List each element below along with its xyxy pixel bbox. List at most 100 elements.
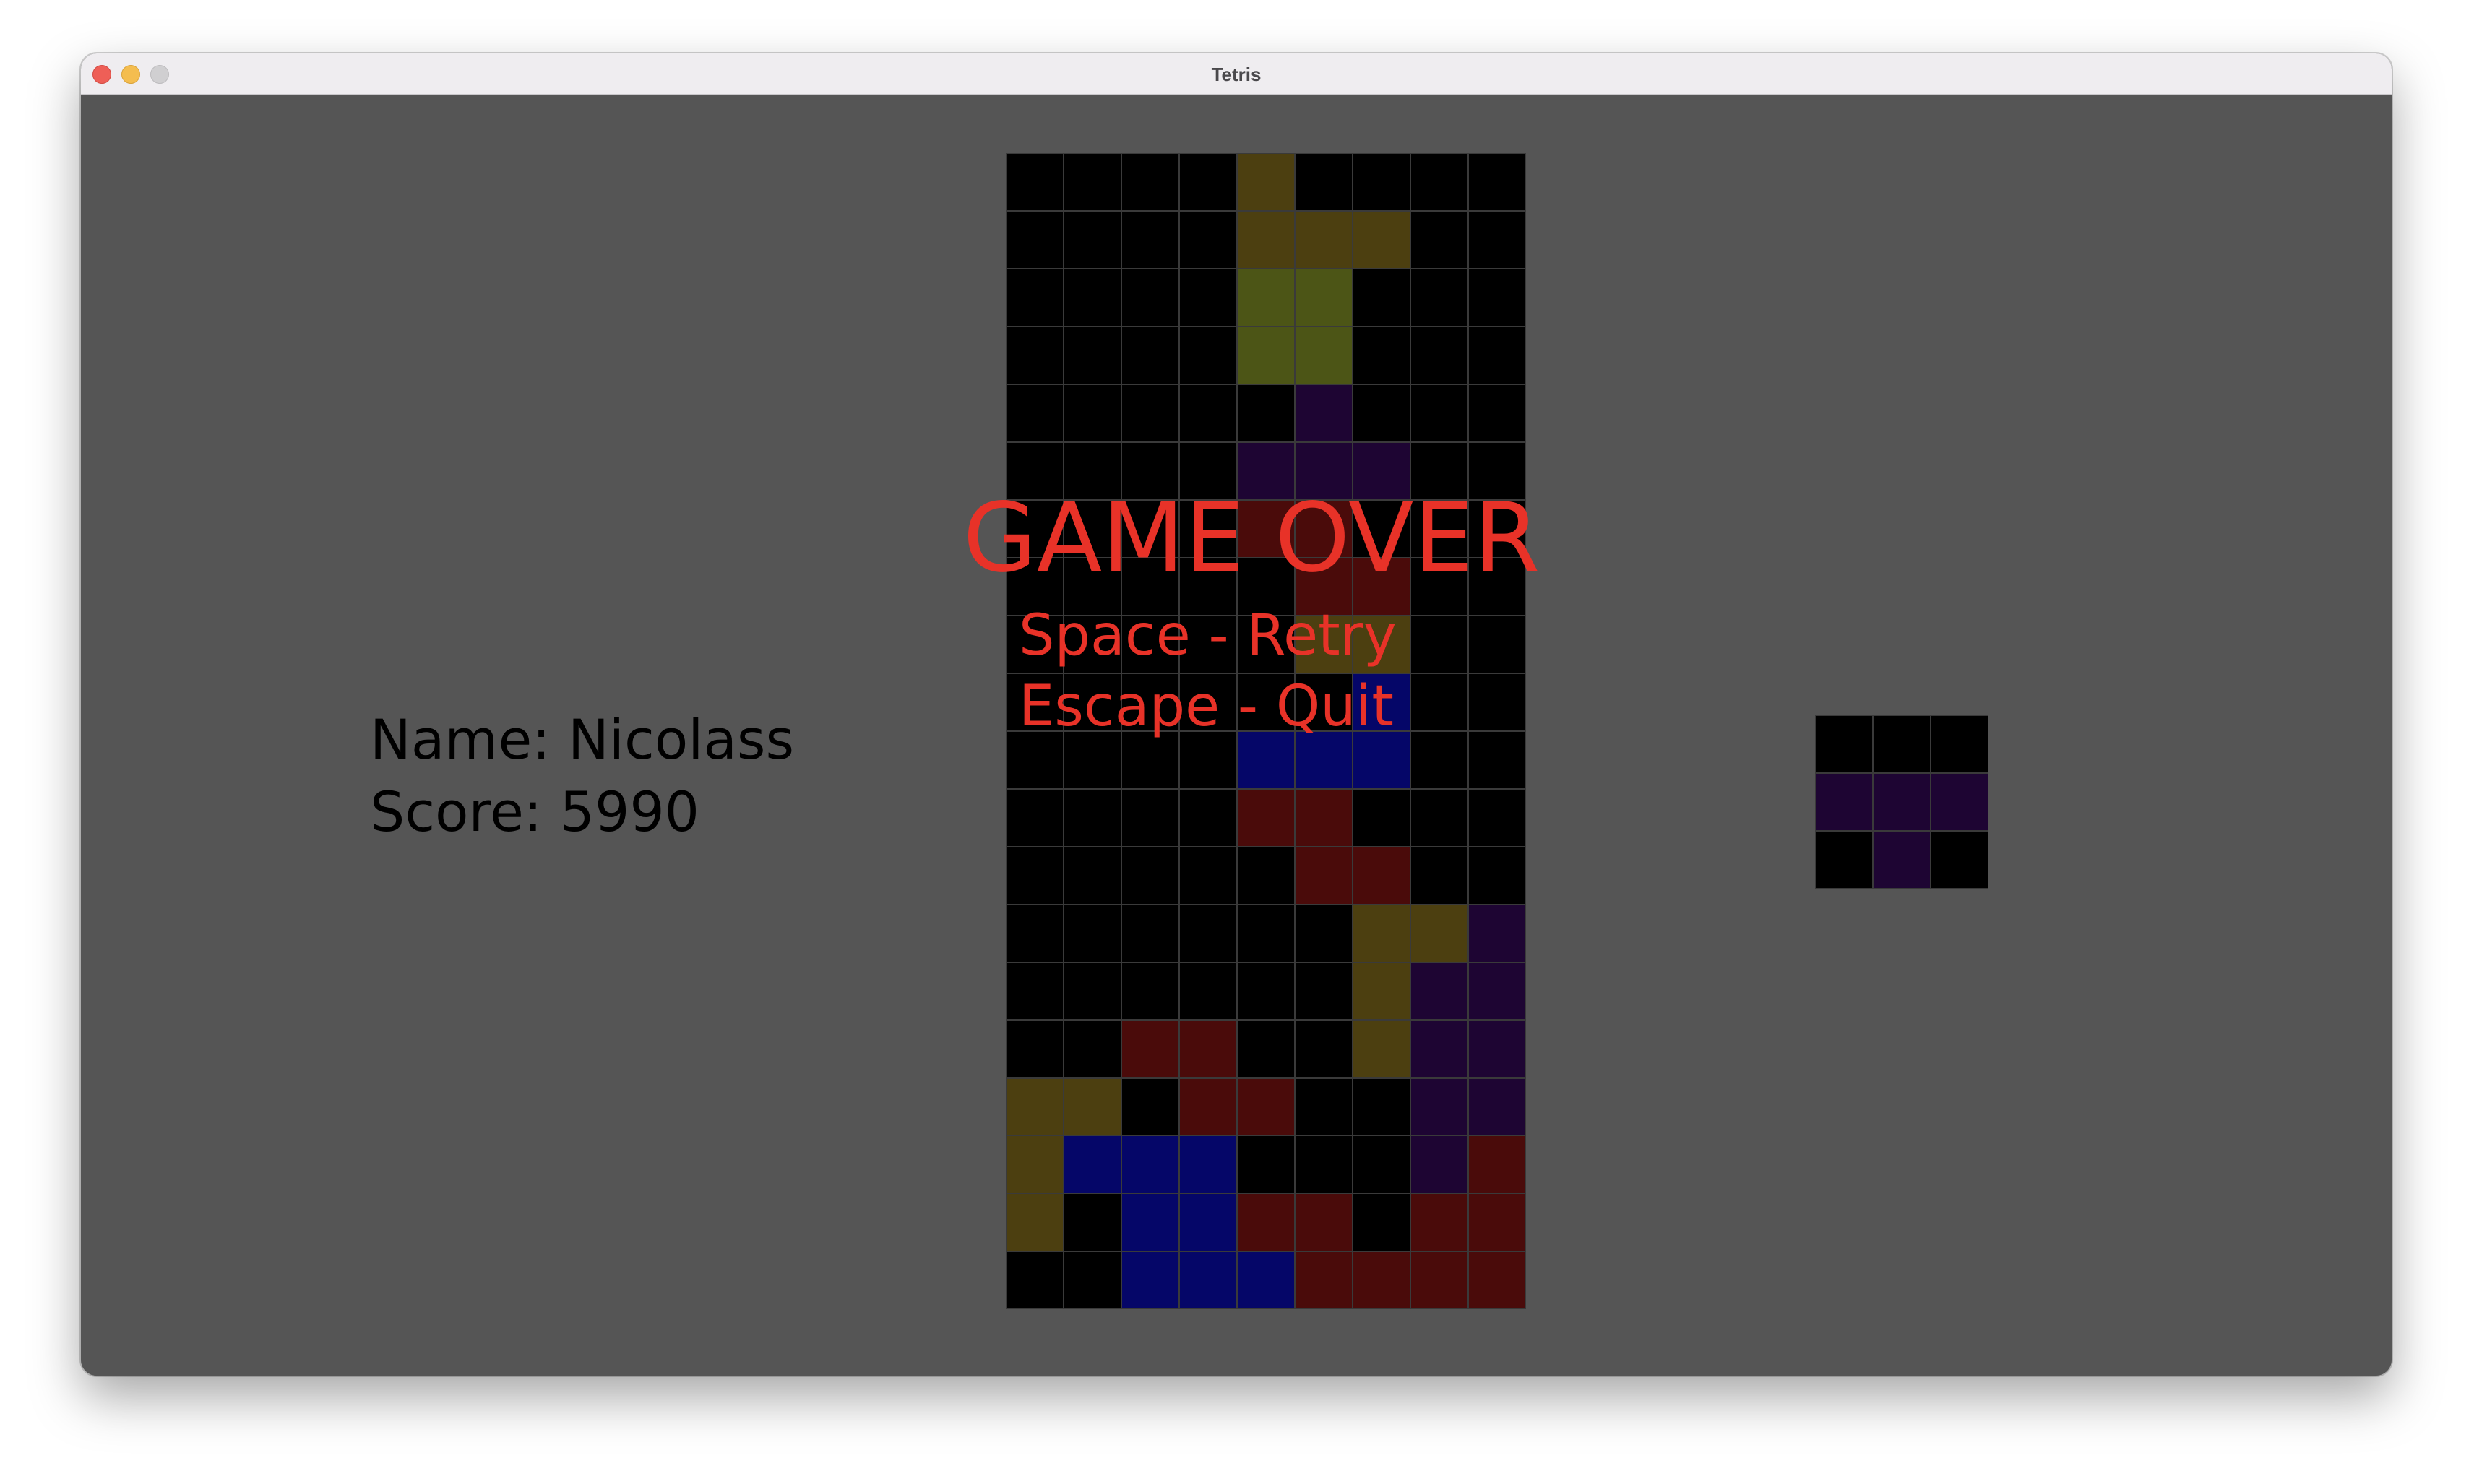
next-cell-empty	[1873, 715, 1931, 773]
board-cell-empty	[1353, 1136, 1410, 1194]
board-cell-empty	[1295, 905, 1353, 962]
board-cell-empty	[1237, 905, 1295, 962]
next-cell-empty	[1815, 831, 1873, 889]
board-cell-block	[1295, 384, 1353, 442]
board-cell-block	[1295, 789, 1353, 847]
board-cell-empty	[1410, 269, 1468, 327]
board-cell-block	[1295, 1194, 1353, 1251]
board-cell-empty	[1410, 153, 1468, 211]
board-cell-block	[1121, 1136, 1179, 1194]
game-over-text: GAME OVER	[962, 483, 1540, 594]
board-cell-empty	[1468, 731, 1526, 789]
board-cell-empty	[1006, 327, 1064, 384]
board-cell-empty	[1179, 847, 1237, 905]
next-cell-empty	[1931, 831, 1988, 889]
board-cell-block	[1179, 1194, 1237, 1251]
board-cell-empty	[1295, 1136, 1353, 1194]
board-cell-empty	[1468, 384, 1526, 442]
quit-hint: Escape - Quit	[1019, 674, 1394, 739]
player-name: Name: Nicolass	[370, 707, 795, 772]
board-cell-block	[1295, 269, 1353, 327]
board-cell-empty	[1006, 269, 1064, 327]
board-cell-block	[1064, 1136, 1121, 1194]
board-cell-empty	[1295, 153, 1353, 211]
board-cell-block	[1353, 1251, 1410, 1309]
board-cell-empty	[1237, 847, 1295, 905]
board-cell-block	[1237, 1078, 1295, 1136]
board-cell-empty	[1468, 153, 1526, 211]
board-cell-empty	[1121, 847, 1179, 905]
next-cell-block	[1873, 773, 1931, 831]
board-cell-empty	[1064, 1194, 1121, 1251]
board-cell-empty	[1353, 269, 1410, 327]
board-cell-block	[1237, 211, 1295, 269]
board-cell-empty	[1121, 269, 1179, 327]
board-cell-empty	[1064, 847, 1121, 905]
board-cell-block	[1353, 1020, 1410, 1078]
board-cell-empty	[1410, 616, 1468, 673]
next-piece-preview	[1815, 715, 1988, 889]
next-cell-block	[1931, 773, 1988, 831]
board-cell-empty	[1006, 1251, 1064, 1309]
board-cell-empty	[1121, 1078, 1179, 1136]
board-cell-empty	[1179, 327, 1237, 384]
board-cell-empty	[1179, 384, 1237, 442]
board-cell-empty	[1064, 962, 1121, 1020]
board-cell-block	[1468, 962, 1526, 1020]
board-cell-block	[1064, 1078, 1121, 1136]
game-area: Name: Nicolass Score: 5990 GAME OVER Spa…	[81, 95, 2392, 1376]
player-info: Name: Nicolass Score: 5990	[370, 704, 794, 848]
board-cell-empty	[1179, 789, 1237, 847]
board-cell-block	[1410, 1020, 1468, 1078]
board-cell-empty	[1468, 847, 1526, 905]
board-cell-empty	[1410, 731, 1468, 789]
board-cell-empty	[1006, 211, 1064, 269]
board-cell-empty	[1410, 789, 1468, 847]
board-cell-empty	[1179, 269, 1237, 327]
board-cell-empty	[1353, 789, 1410, 847]
board-cell-empty	[1064, 327, 1121, 384]
board-cell-empty	[1410, 384, 1468, 442]
board-cell-empty	[1353, 153, 1410, 211]
board-cell-empty	[1006, 905, 1064, 962]
title-bar: Tetris	[81, 53, 2392, 95]
board-cell-empty	[1121, 962, 1179, 1020]
retry-hint: Space - Retry	[1019, 603, 1397, 668]
board-cell-block	[1179, 1078, 1237, 1136]
next-cell-empty	[1815, 715, 1873, 773]
board-cell-empty	[1064, 211, 1121, 269]
board-cell-empty	[1179, 153, 1237, 211]
board-cell-empty	[1064, 1251, 1121, 1309]
board-cell-empty	[1179, 962, 1237, 1020]
board-cell-block	[1179, 1020, 1237, 1078]
board-cell-block	[1237, 1251, 1295, 1309]
board-cell-empty	[1410, 327, 1468, 384]
board-cell-empty	[1353, 327, 1410, 384]
board-cell-empty	[1468, 269, 1526, 327]
board-cell-empty	[1006, 153, 1064, 211]
board-cell-empty	[1468, 616, 1526, 673]
board-cell-empty	[1179, 905, 1237, 962]
board-cell-empty	[1121, 153, 1179, 211]
board-cell-empty	[1121, 905, 1179, 962]
board-cell-empty	[1295, 1078, 1353, 1136]
board-cell-empty	[1468, 327, 1526, 384]
board-cell-block	[1295, 1251, 1353, 1309]
board-cell-empty	[1121, 327, 1179, 384]
board-cell-empty	[1121, 384, 1179, 442]
board-cell-empty	[1468, 211, 1526, 269]
board-cell-empty	[1006, 847, 1064, 905]
board-cell-empty	[1064, 789, 1121, 847]
board-cell-block	[1410, 1136, 1468, 1194]
board-cell-empty	[1237, 1020, 1295, 1078]
board-cell-empty	[1353, 384, 1410, 442]
board-cell-empty	[1468, 789, 1526, 847]
board-cell-block	[1468, 1136, 1526, 1194]
board-cell-block	[1410, 962, 1468, 1020]
board-cell-block	[1179, 1136, 1237, 1194]
board-cell-block	[1237, 269, 1295, 327]
board-cell-block	[1237, 153, 1295, 211]
window-title: Tetris	[1211, 64, 1262, 85]
board-cell-block	[1353, 905, 1410, 962]
board-cell-block	[1295, 327, 1353, 384]
